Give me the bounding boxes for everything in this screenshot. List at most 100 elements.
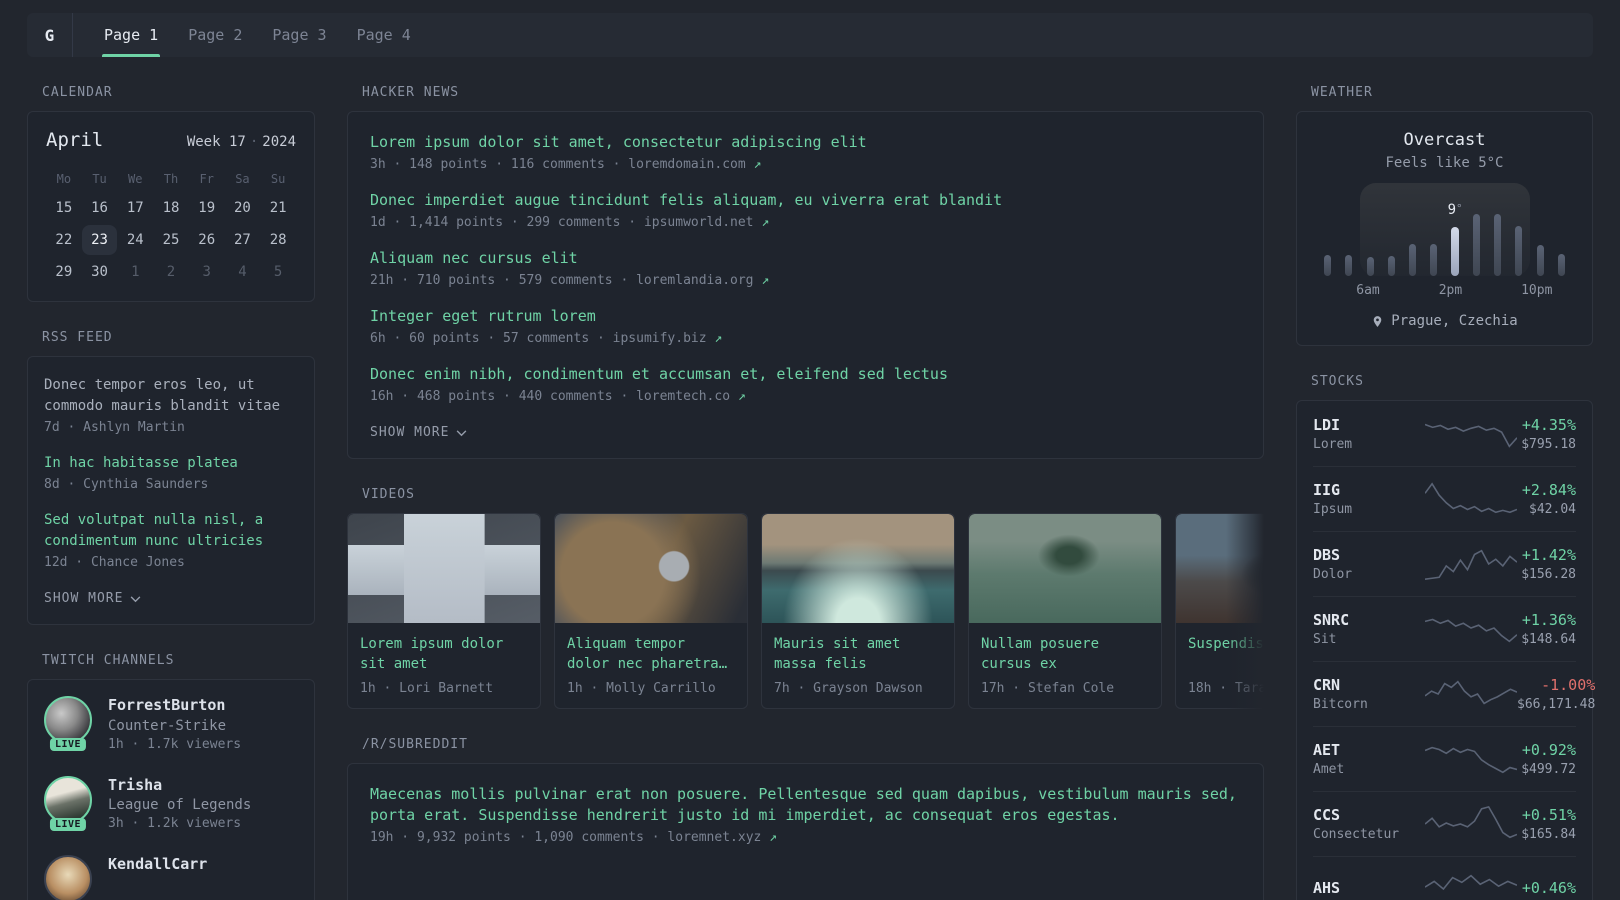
hackernews-item-domain[interactable]: ipsumworld.net [644,215,754,230]
app-logo[interactable]: G [27,13,73,57]
stock-sparkline [1425,805,1517,843]
calendar-day: 1 [131,264,140,280]
hackernews-item-title[interactable]: Donec imperdiet augue tincidunt felis al… [370,190,1241,211]
weather-bar [1494,214,1502,276]
twitch-avatar-wrap: LIVE [44,696,92,751]
hackernews-item-domain[interactable]: loremlandia.org [636,273,753,288]
calendar-day-header: Sa [235,172,250,186]
hackernews-item: Donec enim nibh, condimentum et accumsan… [370,364,1241,404]
stock-row[interactable]: AHS +0.46% [1313,856,1576,900]
stock-values: -1.00% $66,171.48 [1517,676,1595,712]
weather-bar-column [1360,187,1381,276]
subreddit-post-domain[interactable]: loremnet.xyz [667,830,761,845]
stock-price: $499.72 [1521,762,1576,777]
weather-bar [1557,254,1565,276]
weather-bar [1536,245,1544,276]
video-card[interactable]: Suspendisse diam 18h · Tara [1175,513,1264,709]
stock-sparkline [1425,675,1517,713]
weather-time-label: 6am [1356,283,1380,298]
twitch-channel-row[interactable]: LIVE Trisha League of Legends 3h · 1.2k … [44,775,298,831]
rss-item-title[interactable]: In hac habitasse platea [44,453,298,474]
video-card[interactable]: Mauris sit amet massa felis 7h · Grayson… [761,513,955,709]
stock-row[interactable]: DBS Dolor +1.42% $156.28 [1313,531,1576,596]
map-pin-icon [1373,315,1382,327]
hackernews-item-meta: 21h · 710 points · 579 comments · loreml… [370,273,1241,288]
weather-time-label [1399,283,1419,298]
rss-show-more-button[interactable]: SHOW MORE [44,591,141,606]
weather-time-label [1501,283,1521,298]
stock-row[interactable]: LDI Lorem +4.35% $795.18 [1313,401,1576,466]
tab-page-3[interactable]: Page 3 [257,13,341,57]
stock-row[interactable]: AET Amet +0.92% $499.72 [1313,726,1576,791]
twitch-channel-row[interactable]: LIVE ForrestBurton Counter-Strike 1h · 1… [44,696,298,752]
calendar-day: 3 [202,264,211,280]
calendar-week-year: Week 17 · 2024 [187,134,296,150]
stock-id: AHS [1313,879,1425,900]
hackernews-item-title[interactable]: Donec enim nibh, condimentum et accumsan… [370,364,1241,385]
stock-id: AET Amet [1313,741,1425,777]
tab-page-2[interactable]: Page 2 [173,13,257,57]
external-link-icon: ↗ [737,389,746,404]
hackernews-item-stats: 21h · 710 points · 579 comments · [370,273,637,288]
weather-time-label [1482,283,1502,298]
stock-ticker: SNRC [1313,611,1350,629]
calendar-day: 28 [269,232,287,248]
video-title: Suspendisse diam [1188,636,1264,652]
stock-price: $66,171.48 [1517,697,1596,712]
tab-page-1[interactable]: Page 1 [89,13,173,57]
calendar-day: 18 [162,200,180,216]
weather-widget: WEATHER Overcast Feels like 5°C 9° 6am 2p… [1296,85,1593,346]
avatar [44,696,92,744]
calendar-widget-label: CALENDAR [42,85,113,100]
stock-id: LDI Lorem [1313,416,1425,452]
rss-widget-label: RSS FEED [42,330,113,345]
hackernews-item-title[interactable]: Integer eget rutrum lorem [370,306,1241,327]
avatar [44,775,92,824]
calendar-day: 19 [198,200,216,216]
stock-change: -1.00% [1541,676,1596,694]
stock-sparkline [1425,740,1517,778]
stock-change: +0.51% [1521,806,1576,824]
calendar-day-selected: 23 [81,225,118,255]
calendar-widget: CALENDAR April Week 17 · 2024 Mo Tu We Th Fr Sa… [27,85,315,302]
hackernews-item-stats: 1d · 1,414 points · 299 comments · [370,215,644,230]
external-link-icon: ↗ [753,157,762,172]
twitch-channel-row[interactable]: KendallCarr [44,855,298,900]
external-link-icon: ↗ [761,273,770,288]
video-title: Lorem ipsum dolor sit amet consectetu… [360,636,504,673]
weather-bar [1387,256,1395,276]
calendar-day: 26 [198,232,216,248]
video-card[interactable]: Nullam posuere cursus ex 17h · Stefan Co… [968,513,1162,709]
stock-row[interactable]: CRN Bitcorn -1.00% $66,171.48 [1313,661,1595,726]
video-title: Mauris sit amet massa felis [774,636,901,673]
hackernews-widget: HACKER NEWS Lorem ipsum dolor sit amet, … [347,85,1264,459]
top-navigation-bar: G Page 1 Page 2 Page 3 Page 4 [27,13,1593,57]
video-card[interactable]: Aliquam tempor dolor nec pharetra… 1h · … [554,513,748,709]
weather-bar [1324,255,1332,276]
hackernews-show-more-button[interactable]: SHOW MORE [370,425,467,440]
hackernews-item-domain[interactable]: loremtech.co [636,389,730,404]
stock-row[interactable]: IIG Ipsum +2.84% $42.04 [1313,466,1576,531]
weather-card: Overcast Feels like 5°C 9° 6am 2pm 10pm Pr… [1296,111,1593,346]
hackernews-item-title[interactable]: Lorem ipsum dolor sit amet, consectetur … [370,132,1241,153]
stock-change: +2.84% [1521,481,1576,499]
hackernews-item-title[interactable]: Aliquam nec cursus elit [370,248,1241,269]
stock-row[interactable]: SNRC Sit +1.36% $148.64 [1313,596,1576,661]
calendar-day: 25 [162,232,180,248]
stock-price: $156.28 [1521,567,1576,582]
tab-page-4[interactable]: Page 4 [342,13,426,57]
twitch-channel-game: League of Legends [108,797,252,813]
rss-item-title[interactable]: Donec tempor eros leo, ut commodo mauris… [44,375,298,417]
stock-row[interactable]: CCS Consectetur +0.51% $165.84 [1313,791,1576,856]
weather-time-label: 10pm [1521,283,1553,298]
subreddit-post-title[interactable]: Maecenas mollis pulvinar erat non posuer… [370,784,1241,826]
chevron-down-icon [131,595,141,602]
chevron-down-icon [457,429,467,436]
subreddit-card: Maecenas mollis pulvinar erat non posuer… [347,763,1264,900]
rss-item-title[interactable]: Sed volutpat nulla nisl, a condimentum n… [44,510,298,552]
hackernews-item-domain[interactable]: ipsumify.biz [613,331,707,346]
weather-bar [1366,257,1374,276]
video-card[interactable]: Lorem ipsum dolor sit amet consectetu… 1… [347,513,541,709]
hackernews-item-domain[interactable]: loremdomain.com [628,157,745,172]
weather-bar-column [1381,187,1402,276]
